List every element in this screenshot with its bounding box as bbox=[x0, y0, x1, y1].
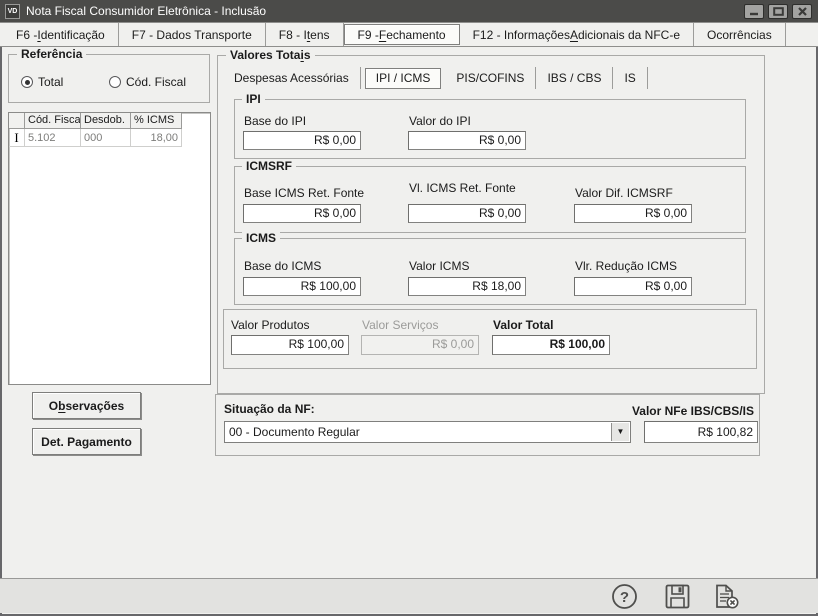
save-icon bbox=[664, 583, 691, 610]
valores-totais-title: Valores Totais bbox=[226, 48, 315, 62]
ipi-title: IPI bbox=[242, 92, 265, 106]
save-button[interactable] bbox=[664, 583, 691, 610]
close-button[interactable] bbox=[792, 4, 812, 19]
base-icms-ret-fonte-label: Base ICMS Ret. Fonte bbox=[244, 186, 364, 200]
base-ipi-label: Base do IPI bbox=[244, 114, 306, 128]
valor-servicos-field: R$ 0,00 bbox=[361, 335, 479, 355]
valor-icms-field[interactable]: R$ 18,00 bbox=[408, 277, 526, 296]
ipi-groupbox: IPI Base do IPI R$ 0,00 Valor do IPI R$ … bbox=[234, 99, 746, 159]
valor-icms-label: Valor ICMS bbox=[409, 259, 469, 273]
situacao-panel: Situação da NF: 00 - Documento Regular ▼… bbox=[215, 394, 760, 456]
valor-total-field[interactable]: R$ 100,00 bbox=[492, 335, 610, 355]
radio-total[interactable]: Total bbox=[21, 75, 63, 89]
valor-produtos-label: Valor Produtos bbox=[231, 318, 310, 332]
vlr-reducao-icms-label: Vlr. Redução ICMS bbox=[575, 259, 677, 273]
bottom-toolbar bbox=[0, 578, 818, 613]
valor-ipi-label: Valor do IPI bbox=[409, 114, 471, 128]
vlr-reducao-icms-field[interactable]: R$ 0,00 bbox=[574, 277, 692, 296]
row-edit-marker: I bbox=[9, 129, 25, 147]
help-icon: ? bbox=[611, 583, 638, 610]
tab-f7-dados-transporte[interactable]: F7 - Dados Transporte bbox=[119, 23, 266, 46]
svg-text:?: ? bbox=[620, 589, 629, 606]
app-icon: VD bbox=[5, 4, 20, 19]
totals-summary-panel: Valor Produtos R$ 100,00 Valor Serviços … bbox=[223, 309, 757, 369]
radio-cod-fiscal-icon bbox=[109, 76, 121, 88]
radio-total-label: Total bbox=[38, 75, 63, 89]
icms-title: ICMS bbox=[242, 231, 280, 245]
base-icms-field[interactable]: R$ 100,00 bbox=[243, 277, 361, 296]
app-window: VD Nota Fiscal Consumidor Eletrônica - I… bbox=[0, 0, 818, 616]
referencia-title: Referência bbox=[17, 47, 86, 61]
cell-icms: 18,00 bbox=[131, 129, 182, 147]
title-bar: VD Nota Fiscal Consumidor Eletrônica - I… bbox=[0, 0, 818, 22]
maximize-icon bbox=[773, 7, 784, 16]
valor-dif-icmsrf-label: Valor Dif. ICMSRF bbox=[575, 186, 673, 200]
tab-f8-itens[interactable]: F8 - Itens bbox=[266, 23, 344, 46]
icmsrf-title: ICMSRF bbox=[242, 159, 296, 173]
radio-total-icon bbox=[21, 76, 33, 88]
det-pagamento-button[interactable]: Det. Pagamento bbox=[32, 428, 141, 455]
tab-ibs-cbs[interactable]: IBS / CBS bbox=[536, 67, 613, 89]
vl-icms-ret-fonte-field[interactable]: R$ 0,00 bbox=[408, 204, 526, 223]
window-title: Nota Fiscal Consumidor Eletrônica - Incl… bbox=[26, 4, 266, 18]
tab-f9-fechamento[interactable]: F9 - Fechamento bbox=[344, 24, 460, 45]
tab-pis-cofins[interactable]: PIS/COFINS bbox=[445, 67, 536, 89]
valor-ipi-field[interactable]: R$ 0,00 bbox=[408, 131, 526, 150]
totals-tab-bar: Despesas Acessórias IPI / ICMS PIS/COFIN… bbox=[223, 67, 648, 89]
valor-nfe-ibs-cbs-is-field[interactable]: R$ 100,82 bbox=[644, 421, 758, 443]
minimize-icon bbox=[749, 7, 759, 16]
situacao-nf-value: 00 - Documento Regular bbox=[229, 425, 360, 439]
valor-produtos-field[interactable]: R$ 100,00 bbox=[231, 335, 349, 355]
base-icms-ret-fonte-field[interactable]: R$ 0,00 bbox=[243, 204, 361, 223]
base-icms-label: Base do ICMS bbox=[244, 259, 321, 273]
cod-fiscal-grid[interactable]: Cód. Fiscal Desdob. % ICMS I 5.102 000 1… bbox=[8, 112, 211, 385]
valor-nfe-ibs-cbs-is-label: Valor NFe IBS/CBS/IS bbox=[632, 404, 754, 418]
help-button[interactable]: ? bbox=[611, 583, 638, 610]
grid-header-selector bbox=[9, 113, 25, 129]
referencia-groupbox: Referência Total Cód. Fiscal bbox=[8, 54, 210, 103]
cancel-document-button[interactable] bbox=[712, 583, 739, 610]
icmsrf-groupbox: ICMSRF Base ICMS Ret. Fonte R$ 0,00 Vl. … bbox=[234, 166, 746, 233]
grid-header: Cód. Fiscal Desdob. % ICMS bbox=[9, 113, 210, 129]
valor-total-label: Valor Total bbox=[493, 318, 553, 332]
chevron-down-icon[interactable]: ▼ bbox=[611, 423, 629, 441]
table-row[interactable]: I 5.102 000 18,00 bbox=[9, 129, 210, 147]
situacao-nf-label: Situação da NF: bbox=[224, 402, 315, 416]
grid-header-icms: % ICMS bbox=[131, 113, 182, 129]
valores-totais-groupbox: Valores Totais Despesas Acessórias IPI /… bbox=[217, 55, 765, 394]
window-controls bbox=[744, 4, 812, 19]
grid-header-cod-fiscal: Cód. Fiscal bbox=[25, 113, 81, 129]
close-icon bbox=[798, 7, 807, 16]
cell-desdob: 000 bbox=[81, 129, 131, 147]
observacoes-button[interactable]: Observações bbox=[32, 392, 141, 419]
tab-f12-informacoes-adicionais[interactable]: F12 - Informações Adicionais da NFC-e bbox=[460, 23, 694, 46]
cancel-document-icon bbox=[712, 583, 741, 610]
tab-f6-identificacao[interactable]: F6 - Identificação bbox=[3, 23, 119, 46]
icms-groupbox: ICMS Base do ICMS R$ 100,00 Valor ICMS R… bbox=[234, 238, 746, 305]
radio-cod-fiscal-label: Cód. Fiscal bbox=[126, 75, 186, 89]
maximize-button[interactable] bbox=[768, 4, 788, 19]
tab-is[interactable]: IS bbox=[613, 67, 647, 89]
cell-cod-fiscal: 5.102 bbox=[25, 129, 81, 147]
tab-ocorrencias[interactable]: Ocorrências bbox=[694, 23, 786, 46]
minimize-button[interactable] bbox=[744, 4, 764, 19]
grid-header-desdob: Desdob. bbox=[81, 113, 131, 129]
main-tab-bar: F6 - Identificação F7 - Dados Transporte… bbox=[0, 22, 818, 47]
base-ipi-field[interactable]: R$ 0,00 bbox=[243, 131, 361, 150]
situacao-nf-select[interactable]: 00 - Documento Regular ▼ bbox=[224, 421, 631, 443]
radio-cod-fiscal[interactable]: Cód. Fiscal bbox=[109, 75, 186, 89]
valor-dif-icmsrf-field[interactable]: R$ 0,00 bbox=[574, 204, 692, 223]
tab-despesas-acessorias[interactable]: Despesas Acessórias bbox=[223, 67, 361, 89]
valor-servicos-label: Valor Serviços bbox=[362, 318, 438, 332]
tab-ipi-icms[interactable]: IPI / ICMS bbox=[365, 68, 442, 89]
vl-icms-ret-fonte-label: Vl. ICMS Ret. Fonte bbox=[409, 181, 516, 195]
